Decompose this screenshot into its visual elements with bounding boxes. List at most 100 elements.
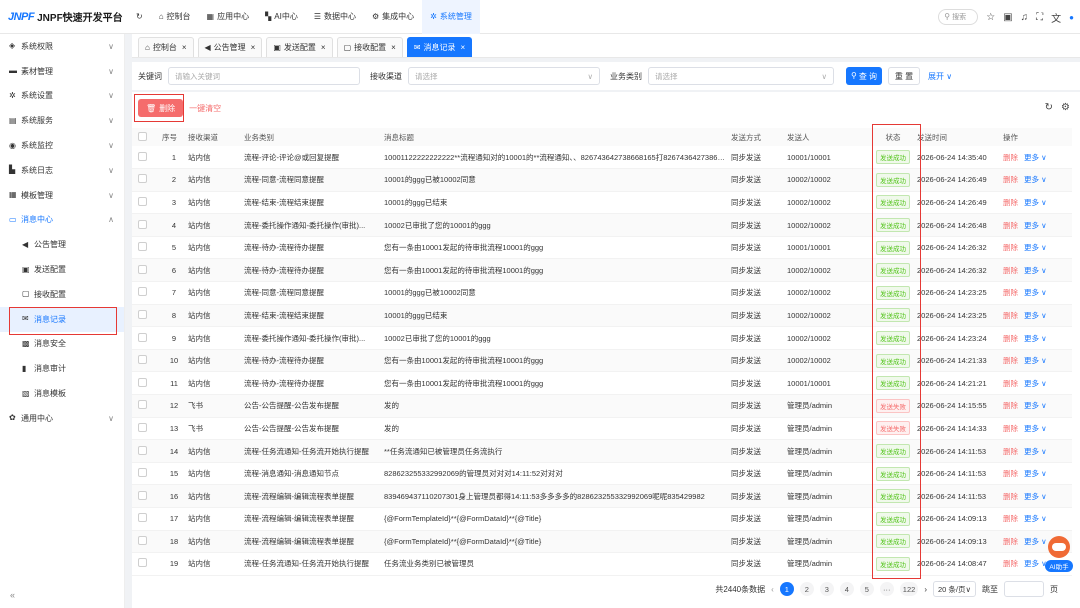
- row-delete-link[interactable]: 删除: [1003, 334, 1018, 343]
- row-more-link[interactable]: 更多 ∨: [1024, 153, 1047, 162]
- sidebar-item-message[interactable]: ▭ 消息中心 ∧: [0, 208, 124, 233]
- row-more-link[interactable]: 更多 ∨: [1024, 469, 1047, 478]
- clear-all-link[interactable]: 一键清空: [189, 103, 221, 114]
- sidebar-item-message-security[interactable]: ▩ 消息安全: [0, 332, 124, 357]
- page-ellipsis[interactable]: ···: [879, 582, 894, 596]
- table-row[interactable]: 12 飞书 公告-公告提醒-公告发布提醒 发的 同步发送 管理员/admin 发送失败 202…: [132, 394, 1072, 418]
- topnav-ai[interactable]: ▚ AI中心: [257, 0, 306, 34]
- row-more-link[interactable]: 更多 ∨: [1024, 311, 1047, 320]
- row-checkbox[interactable]: [138, 196, 147, 206]
- global-search[interactable]: ⚲ 搜索: [938, 9, 979, 25]
- row-more-link[interactable]: 更多 ∨: [1024, 356, 1047, 365]
- row-delete-link[interactable]: 删除: [1003, 221, 1018, 230]
- table-row[interactable]: 1 站内信 流程-评论-评论@或回复提醒 10001122222222222**流程通…: [132, 146, 1072, 170]
- row-more-link[interactable]: 更多 ∨: [1024, 266, 1047, 275]
- row-more-link[interactable]: 更多 ∨: [1024, 492, 1047, 501]
- table-row[interactable]: 15 站内信 流程-消息通知-消息通知节点 828623255332992069的管理…: [132, 462, 1072, 486]
- table-row[interactable]: 8 站内信 流程-结束-流程结束提醒 10001的ggg已结束 同步发送 10002/10…: [132, 304, 1072, 328]
- sidebar-item-receive-config[interactable]: ▢ 接收配置: [0, 282, 124, 307]
- row-more-link[interactable]: 更多 ∨: [1024, 334, 1047, 343]
- table-row[interactable]: 7 站内信 流程-同意-流程同意提醒 10001的ggg已被10002同意 同步发送 10…: [132, 281, 1072, 305]
- close-icon[interactable]: ×: [182, 43, 187, 52]
- tab-announce[interactable]: ◀ 公告管理 ×: [197, 37, 263, 57]
- tab-receive-config[interactable]: ▢ 接收配置 ×: [336, 37, 403, 57]
- row-delete-link[interactable]: 删除: [1003, 243, 1018, 252]
- page-1[interactable]: 1: [779, 582, 794, 596]
- row-checkbox[interactable]: [138, 558, 147, 568]
- row-more-link[interactable]: 更多 ∨: [1024, 198, 1047, 207]
- table-row[interactable]: 18 站内信 流程-流程编辑-编辑流程表单提醒 {@FormTemplateId}**…: [132, 530, 1072, 554]
- close-icon[interactable]: ×: [461, 43, 466, 52]
- tab-send-config[interactable]: ▣ 发送配置 ×: [266, 37, 333, 57]
- table-row[interactable]: 19 站内信 流程-任务流通知-任务流开始执行提醒 任务流业务类别已被管理员 同步发送管…: [132, 552, 1072, 576]
- sidebar-item-log[interactable]: ▙ 系统日志 ∨: [0, 158, 124, 183]
- select-all-checkbox[interactable]: [138, 131, 147, 141]
- row-more-link[interactable]: 更多 ∨: [1024, 221, 1047, 230]
- table-row[interactable]: 11 站内信 流程-待办-流程待办提醒 您有一条由10001发起的待审批流程10001…: [132, 371, 1072, 396]
- tab-message-record[interactable]: ✉ 消息记录 ×: [406, 37, 473, 57]
- row-delete-link[interactable]: 删除: [1003, 559, 1018, 568]
- jump-input[interactable]: [1004, 581, 1044, 597]
- sidebar-item-announce[interactable]: ◀ 公告管理: [0, 232, 124, 257]
- row-checkbox[interactable]: [138, 264, 147, 274]
- table-row[interactable]: 2 站内信 流程-同意-流程同意提醒 10001的ggg已被10002同意 同步发送 10…: [132, 168, 1072, 192]
- sidebar-item-message-template[interactable]: ▧ 消息模板: [0, 381, 124, 406]
- biz-select[interactable]: 请选择 ∨: [648, 67, 834, 85]
- table-row[interactable]: 10 站内信 流程-待办-流程待办提醒 您有一条由10001发起的待审批流程10001…: [132, 349, 1072, 373]
- page-5[interactable]: 5: [859, 582, 874, 596]
- table-row[interactable]: 4 站内信 流程-委托操作通知-委托操作(审批)... 10002已审批了您的1000…: [132, 213, 1072, 237]
- tab-home[interactable]: ⌂ 控制台 ×: [138, 37, 194, 57]
- channel-select[interactable]: 请选择 ∨: [408, 67, 600, 85]
- page-4[interactable]: 4: [839, 582, 854, 596]
- page-2[interactable]: 2: [799, 582, 814, 596]
- sidebar-item-monitor[interactable]: ◉ 系统监控 ∨: [0, 133, 124, 158]
- column-settings-icon[interactable]: ⚙: [1061, 102, 1070, 113]
- close-icon[interactable]: ×: [321, 43, 326, 52]
- table-row[interactable]: 5 站内信 流程-待办-流程待办提醒 您有一条由10001发起的待审批流程10001的…: [132, 236, 1072, 260]
- sidebar-item-general-center[interactable]: ✿ 通用中心 ∨: [0, 406, 124, 431]
- row-checkbox[interactable]: [138, 535, 147, 545]
- app-logo[interactable]: JNPF JNPF快速开发平台: [0, 9, 128, 25]
- row-delete-link[interactable]: 删除: [1003, 175, 1018, 184]
- reset-button[interactable]: 重 置: [888, 67, 920, 85]
- ai-helper[interactable]: AI助手: [1044, 536, 1074, 576]
- table-row[interactable]: 6 站内信 流程-待办-流程待办提醒 您有一条由10001发起的待审批流程10001的…: [132, 258, 1072, 283]
- sidebar-item-service[interactable]: ▤ 系统服务 ∨: [0, 108, 124, 133]
- row-checkbox[interactable]: [138, 400, 147, 410]
- row-checkbox[interactable]: [138, 422, 147, 432]
- table-row[interactable]: 17 站内信 流程-流程编辑-编辑流程表单提醒 {@FormTemplateId}**…: [132, 507, 1072, 531]
- collapse-sidebar-icon[interactable]: «: [10, 590, 15, 600]
- row-checkbox[interactable]: [138, 151, 147, 161]
- sidebar-item-template[interactable]: ▦ 模板管理 ∨: [0, 183, 124, 208]
- row-more-link[interactable]: 更多 ∨: [1024, 175, 1047, 184]
- row-delete-link[interactable]: 删除: [1003, 401, 1018, 410]
- row-checkbox[interactable]: [138, 309, 147, 319]
- sidebar-item-message-record[interactable]: ✉ 消息记录: [0, 306, 124, 332]
- sidebar-item-settings[interactable]: ✲ 系统设置 ∨: [0, 84, 124, 109]
- table-row[interactable]: 3 站内信 流程-结束-流程结束提醒 10001的ggg已结束 同步发送 10002/10…: [132, 191, 1072, 215]
- row-more-link[interactable]: 更多 ∨: [1024, 243, 1047, 252]
- expand-link[interactable]: 展开 ∨: [928, 71, 952, 82]
- bell-icon[interactable]: ♫: [1021, 12, 1029, 23]
- row-more-link[interactable]: 更多 ∨: [1024, 424, 1047, 433]
- row-delete-link[interactable]: 删除: [1003, 311, 1018, 320]
- row-delete-link[interactable]: 删除: [1003, 537, 1018, 546]
- row-delete-link[interactable]: 删除: [1003, 198, 1018, 207]
- topnav-settings[interactable]: ✲ 系统管理: [422, 0, 480, 34]
- delete-button[interactable]: 🗑 删除: [138, 99, 184, 117]
- row-delete-link[interactable]: 删除: [1003, 288, 1018, 297]
- page-3[interactable]: 3: [819, 582, 834, 596]
- table-row[interactable]: 13 飞书 公告-公告提醒-公告发布提醒 发的 同步发送 管理员/admin 发送失败 202…: [132, 417, 1072, 441]
- row-more-link[interactable]: 更多 ∨: [1024, 379, 1047, 388]
- row-more-link[interactable]: 更多 ∨: [1024, 401, 1047, 410]
- sidebar-item-folder[interactable]: ▬ 素材管理 ∨: [0, 59, 124, 84]
- row-delete-link[interactable]: 删除: [1003, 492, 1018, 501]
- topnav-home[interactable]: ⌂ 控制台: [151, 0, 199, 34]
- sidebar-item-send-config[interactable]: ▣ 发送配置: [0, 257, 124, 282]
- row-delete-link[interactable]: 删除: [1003, 266, 1018, 275]
- close-icon[interactable]: ×: [251, 43, 256, 52]
- star-icon[interactable]: ☆: [986, 12, 995, 23]
- row-checkbox[interactable]: [138, 513, 147, 523]
- query-button[interactable]: ⚲ 查 询: [846, 67, 882, 85]
- table-row[interactable]: 16 站内信 流程-流程编辑-编辑流程表单提醒 839469437110207301身…: [132, 484, 1072, 508]
